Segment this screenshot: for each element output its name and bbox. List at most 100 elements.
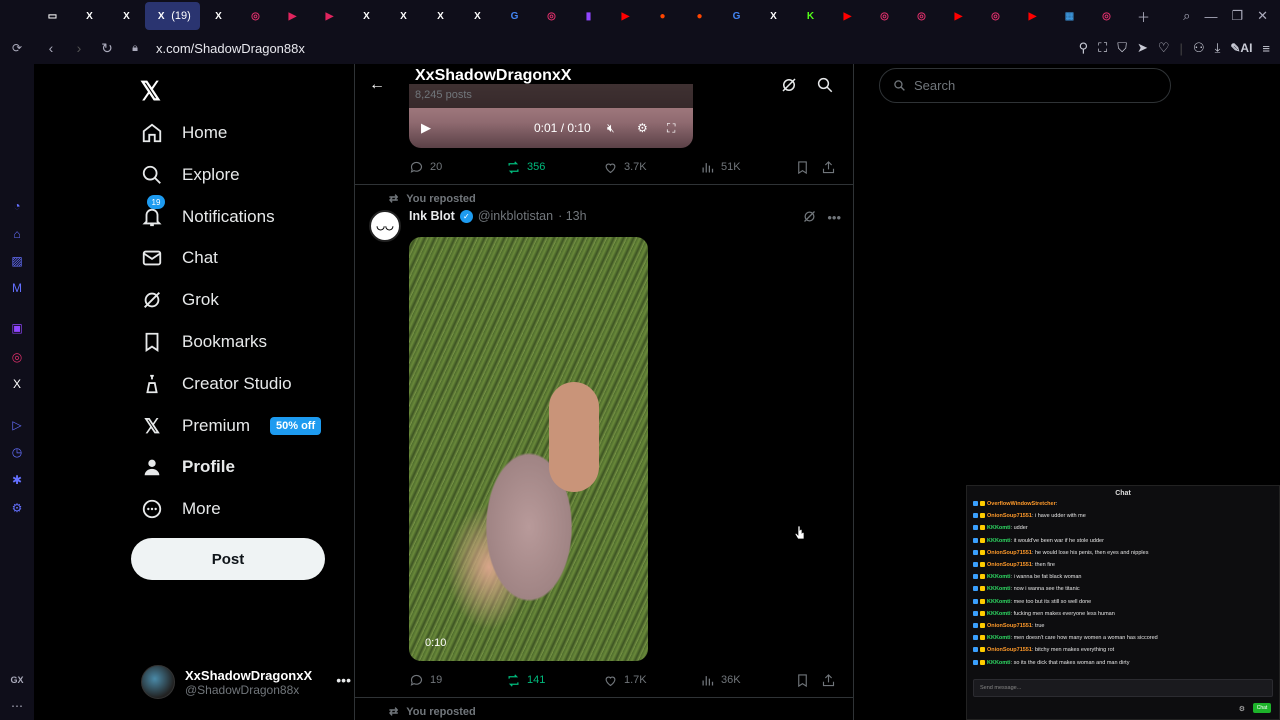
search-icon[interactable]	[816, 76, 834, 94]
chat-username[interactable]: OnionSoup71551	[987, 513, 1032, 519]
chat-username[interactable]: KKKomti	[987, 574, 1011, 580]
like-button[interactable]: 1.7K	[603, 673, 700, 688]
video-thumbnail[interactable]: 0:10	[409, 237, 648, 661]
account-switcher[interactable]: XxShadowDragonxX @ShadowDragon88x •••	[141, 664, 351, 700]
browser-tab[interactable]: G	[718, 2, 755, 30]
fullscreen-icon[interactable]: ⛶	[667, 121, 675, 136]
browser-tab[interactable]: X	[71, 2, 108, 30]
nav-item-bookmarks[interactable]: Bookmarks	[140, 326, 267, 358]
chat-username[interactable]: OverflowWindowStretcher	[987, 501, 1056, 507]
mute-icon[interactable]: 🔇︎	[607, 121, 615, 136]
chat-send-button[interactable]: Chat	[1253, 703, 1271, 713]
twitch-sidebar-icon[interactable]: ▣	[9, 320, 25, 336]
chat-username[interactable]: OnionSoup71551	[987, 647, 1032, 653]
author-name[interactable]: Ink Blot	[409, 209, 455, 223]
browser-tab[interactable]: X	[755, 2, 792, 30]
heart-icon[interactable]: ♡	[1158, 40, 1170, 56]
views-button[interactable]: 51K	[700, 160, 795, 175]
chat-settings-icon[interactable]: ⚙	[1239, 705, 1245, 713]
back-icon[interactable]: ‹	[40, 40, 62, 56]
browser-tab[interactable]: ◎	[866, 2, 903, 30]
restore-icon[interactable]: ❐	[1231, 8, 1243, 24]
chat-username[interactable]: OnionSoup71551	[987, 550, 1032, 556]
instagram-sidebar-icon[interactable]: ◎	[9, 349, 25, 365]
browser-tab[interactable]: ▶	[607, 2, 644, 30]
browser-tab[interactable]: ▭	[34, 2, 71, 30]
browser-tab[interactable]: ◎	[977, 2, 1014, 30]
chat-username[interactable]: KKKomti	[987, 525, 1011, 531]
views-button[interactable]: 36K	[700, 673, 795, 688]
minimize-icon[interactable]: —	[1204, 9, 1217, 24]
chat-username[interactable]: KKKomti	[987, 599, 1011, 605]
download-icon[interactable]: ⤓	[1215, 40, 1221, 56]
chat-input[interactable]: Send message...	[973, 679, 1273, 697]
nav-item-profile[interactable]: Profile	[140, 451, 235, 483]
x-sidebar-icon[interactable]: X	[9, 376, 25, 392]
nav-item-home[interactable]: Home	[140, 117, 227, 149]
chat-username[interactable]: KKKomti	[987, 660, 1011, 666]
grok-icon[interactable]	[780, 76, 798, 94]
browser-tab[interactable]: ▶	[1014, 2, 1051, 30]
nav-item-explore[interactable]: Explore	[140, 159, 240, 191]
browser-tab[interactable]: ◎	[237, 2, 274, 30]
browser-tab[interactable]: X	[422, 2, 459, 30]
play-icon[interactable]: ▶	[421, 120, 431, 136]
speed-dial-icon[interactable]: ◔	[9, 198, 25, 214]
browser-tab[interactable]: X	[385, 2, 422, 30]
chat-username[interactable]: KKKomti	[987, 538, 1011, 544]
ai-button[interactable]: ✎AI	[1230, 41, 1252, 55]
chat-username[interactable]: KKKomti	[987, 611, 1011, 617]
browser-tab[interactable]: ◎	[903, 2, 940, 30]
browser-tab[interactable]: X	[108, 2, 145, 30]
share-button[interactable]	[821, 673, 836, 688]
browser-tab[interactable]: X (19)	[145, 2, 200, 30]
author-avatar[interactable]: ◡◡	[369, 210, 401, 242]
history-icon[interactable]: ◷	[9, 444, 25, 460]
browser-tab[interactable]: ▶	[940, 2, 977, 30]
url-field[interactable]: x.com/ShadowDragon88x	[156, 41, 305, 56]
reply-button[interactable]: 19	[409, 673, 506, 688]
messenger-icon[interactable]: M	[9, 280, 25, 296]
browser-tab[interactable]: K	[792, 2, 829, 30]
more-dots-icon[interactable]: •••	[336, 672, 351, 688]
nav-item-more[interactable]: More	[140, 493, 221, 525]
nav-item-grok[interactable]: Grok	[140, 284, 219, 316]
chat-username[interactable]: KKKomti	[987, 586, 1011, 592]
chat-username[interactable]: KKKomti	[987, 635, 1011, 641]
new-tab-button[interactable]: ＋	[1125, 2, 1162, 30]
search-tabs-icon[interactable]: ⌕	[1183, 8, 1190, 24]
nav-item-chat[interactable]: Chat	[140, 242, 218, 274]
share-button[interactable]	[821, 160, 836, 175]
forward-icon[interactable]: ›	[68, 40, 90, 56]
refresh-icon[interactable]: ↻	[96, 40, 118, 57]
browser-tab[interactable]: ▶	[274, 2, 311, 30]
browser-tab[interactable]: ▶	[829, 2, 866, 30]
browser-tab[interactable]: ●	[644, 2, 681, 30]
browser-tab[interactable]: X	[348, 2, 385, 30]
reload-icon[interactable]: ⟳	[9, 40, 25, 56]
chat-message-list[interactable]: OverflowWindowStretcher: OnionSoup71551:…	[973, 498, 1273, 674]
player-icon[interactable]: ▷	[9, 417, 25, 433]
chat-username[interactable]: OnionSoup71551	[987, 562, 1032, 568]
back-arrow-icon[interactable]: ←	[369, 76, 385, 94]
nav-item-creator-studio[interactable]: Creator Studio	[140, 368, 292, 400]
snapshot-icon[interactable]: ⛶	[1098, 40, 1107, 56]
pin-icon[interactable]: ⚲	[1079, 40, 1089, 56]
repost-button[interactable]: 356	[506, 160, 603, 175]
video-settings-icon[interactable]: ⚙	[637, 121, 648, 135]
chat-username[interactable]: OnionSoup71551	[987, 623, 1032, 629]
browser-tab[interactable]: ●	[681, 2, 718, 30]
settings-icon[interactable]: ⚙	[9, 500, 25, 516]
reply-button[interactable]: 20	[409, 160, 506, 175]
grok-icon[interactable]	[802, 209, 817, 224]
bookmark-button[interactable]	[795, 160, 821, 175]
post-time[interactable]: · 13h	[558, 209, 587, 223]
browser-tab[interactable]: ◎	[533, 2, 570, 30]
browser-tab[interactable]: ▶	[311, 2, 348, 30]
search-box[interactable]	[879, 68, 1171, 103]
more-dots-icon[interactable]: •••	[827, 210, 841, 225]
browser-tab[interactable]: X	[459, 2, 496, 30]
extensions-icon[interactable]: ✱	[9, 472, 25, 488]
like-button[interactable]: 3.7K	[603, 160, 700, 175]
post-button[interactable]: Post	[131, 538, 325, 580]
